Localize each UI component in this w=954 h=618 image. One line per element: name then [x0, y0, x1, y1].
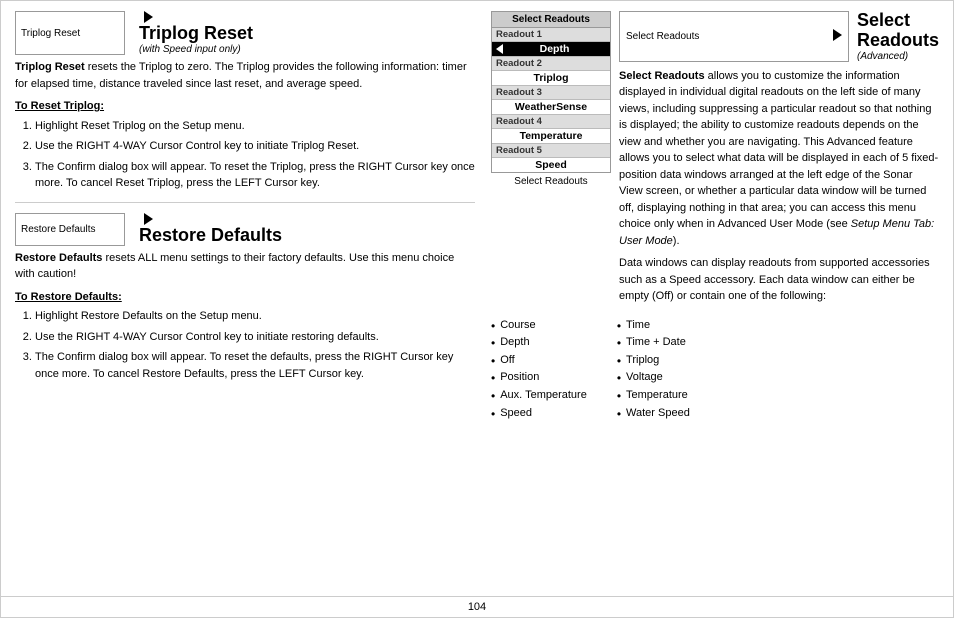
main-content: Triplog Reset Triplog Reset (with Speed … [1, 1, 953, 596]
list-item: Voltage [617, 371, 690, 387]
restore-defaults-title-block: Restore Defaults [125, 213, 282, 246]
restore-step-3: The Confirm dialog box will appear. To r… [35, 349, 475, 382]
right-panel-title-2: Readouts [857, 31, 939, 51]
readout-row-5-label: Readout 5 [492, 144, 610, 158]
list-item: Time + Date [617, 336, 690, 352]
readout-row-4-label: Readout 4 [492, 115, 610, 129]
restore-defaults-body: Restore Defaults resets ALL menu setting… [15, 250, 475, 383]
arrow-left-icon [496, 44, 503, 54]
widget-footer-text: Select Readouts [514, 176, 587, 187]
list-col-2: Time Time + Date Triplog Voltage Tempera… [617, 319, 690, 425]
restore-arrow [139, 213, 282, 225]
right-body-para1-end: ). [673, 235, 680, 247]
readout-widget: Select Readouts Readout 1 Depth [491, 11, 611, 173]
restore-defaults-heading: To Restore Defaults: [15, 289, 475, 306]
right-panel-title-1: Select [857, 11, 939, 31]
page-number: 104 [468, 601, 486, 613]
readout-row-1-label: Readout 1 [492, 28, 610, 42]
triplog-reset-title: Triplog Reset [139, 23, 253, 44]
right-body-para2: Data windows can display readouts from s… [619, 255, 939, 305]
triplog-reset-steps: Highlight Reset Triplog on the Setup men… [15, 118, 475, 192]
restore-step-2: Use the RIGHT 4-WAY Cursor Control key t… [35, 329, 475, 346]
triplog-reset-title-block: Triplog Reset (with Speed input only) [125, 11, 253, 55]
triplog-step-1: Highlight Reset Triplog on the Setup men… [35, 118, 475, 135]
list-col-1: Course Depth Off Position Aux. Temperatu… [491, 319, 587, 425]
left-column: Triplog Reset Triplog Reset (with Speed … [15, 11, 475, 586]
right-panel-header-area: Select Readouts Select Readouts (Advance… [619, 11, 939, 311]
triplog-reset-header: Triplog Reset Triplog Reset (with Speed … [15, 11, 475, 55]
right-body-bold: Select Readouts [619, 70, 705, 82]
right-panel-subtitle: (Advanced) [857, 51, 939, 62]
arrow-right-icon-2 [144, 213, 153, 225]
triplog-arrow [139, 11, 253, 23]
right-panel-body: Select Readouts allows you to customize … [619, 68, 939, 311]
readout-row-weathersense[interactable]: WeatherSense [492, 100, 610, 115]
right-panel-label-box: Select Readouts [619, 11, 849, 62]
triplog-reset-intro: Triplog Reset resets the Triplog to zero… [15, 59, 475, 92]
restore-defaults-bold: Restore Defaults [15, 252, 102, 264]
right-body-para1-text: allows you to customize the information … [619, 70, 938, 231]
widget-header: Select Readouts [492, 12, 610, 28]
right-panel-label: Select Readouts [626, 31, 699, 42]
page-container: Triplog Reset Triplog Reset (with Speed … [0, 0, 954, 618]
triplog-step-2: Use the RIGHT 4-WAY Cursor Control key t… [35, 138, 475, 155]
list-item: Position [491, 371, 587, 387]
list-item: Time [617, 319, 690, 335]
arrow-right-icon [144, 11, 153, 23]
triplog-reset-subtitle: (with Speed input only) [139, 44, 253, 55]
readout-options-list: Course Depth Off Position Aux. Temperatu… [491, 319, 939, 425]
readout-row-3-label: Readout 3 [492, 86, 610, 100]
list-item: Triplog [617, 354, 690, 370]
list-item: Speed [491, 407, 587, 423]
list-item: Aux. Temperature [491, 389, 587, 405]
right-panel-arrow [833, 29, 842, 44]
readout-row-triplog[interactable]: Triplog [492, 71, 610, 86]
readout-row-temperature[interactable]: Temperature [492, 129, 610, 144]
readout-row-2-label: Readout 2 [492, 57, 610, 71]
right-panel-title-block: Select Readouts (Advanced) [857, 11, 939, 62]
right-column: Select Readouts Readout 1 Depth [485, 11, 939, 586]
list-item: Off [491, 354, 587, 370]
readout-row-depth[interactable]: Depth [492, 42, 610, 57]
page-footer: 104 [1, 596, 953, 617]
triplog-reset-heading: To Reset Triplog: [15, 98, 475, 115]
readout-row-speed[interactable]: Speed [492, 158, 610, 172]
list-item: Depth [491, 336, 587, 352]
restore-defaults-label-box: Restore Defaults [15, 213, 125, 246]
triplog-reset-body: Triplog Reset resets the Triplog to zero… [15, 59, 475, 192]
restore-defaults-label: Restore Defaults [21, 224, 95, 235]
triplog-step-3: The Confirm dialog box will appear. To r… [35, 159, 475, 192]
select-readouts-widget-container: Select Readouts Readout 1 Depth [491, 11, 611, 311]
restore-defaults-header: Restore Defaults Restore Defaults [15, 213, 475, 246]
triplog-reset-bold: Triplog Reset [15, 61, 85, 73]
list-item: Temperature [617, 389, 690, 405]
right-col-top: Select Readouts Readout 1 Depth [491, 11, 939, 311]
list-item: Course [491, 319, 587, 335]
restore-defaults-intro: Restore Defaults resets ALL menu setting… [15, 250, 475, 283]
list-item: Water Speed [617, 407, 690, 423]
right-panel-header: Select Readouts Select Readouts (Advance… [619, 11, 939, 62]
triplog-reset-label: Triplog Reset [21, 28, 80, 39]
arrow-right-icon-3 [833, 29, 842, 41]
section-divider-1 [15, 202, 475, 203]
restore-defaults-steps: Highlight Restore Defaults on the Setup … [15, 308, 475, 382]
right-body-para1: Select Readouts allows you to customize … [619, 68, 939, 250]
triplog-reset-label-box: Triplog Reset [15, 11, 125, 55]
restore-step-1: Highlight Restore Defaults on the Setup … [35, 308, 475, 325]
restore-defaults-title: Restore Defaults [139, 225, 282, 246]
